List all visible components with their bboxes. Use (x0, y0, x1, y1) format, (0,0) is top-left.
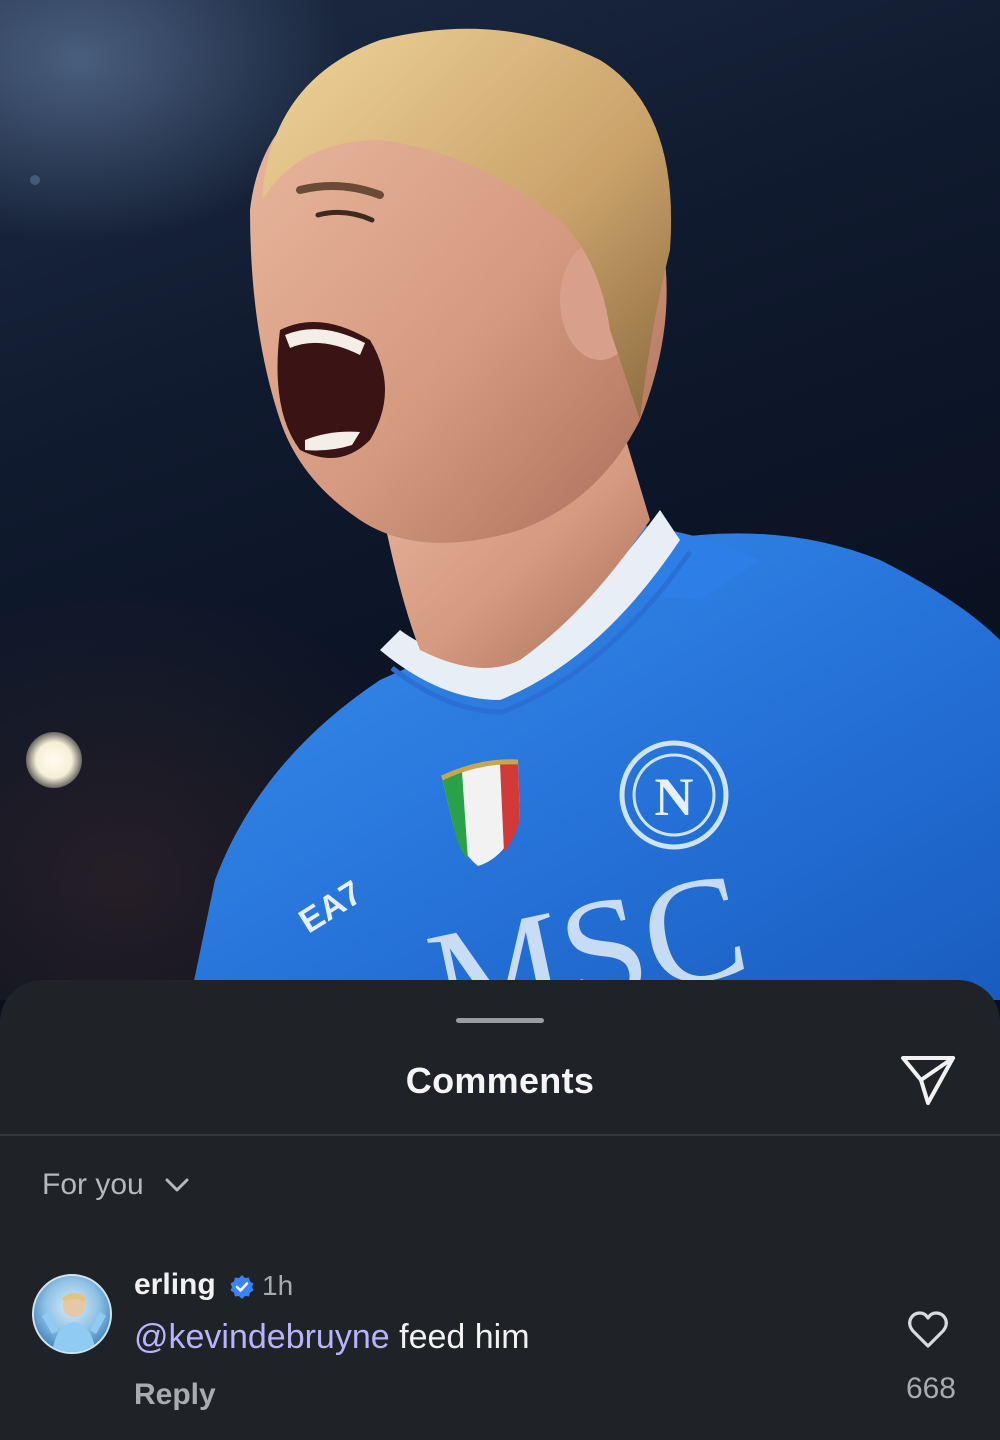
sheet-divider (0, 1134, 1000, 1136)
comment-username[interactable]: erling (134, 1268, 216, 1302)
svg-text:N: N (655, 767, 694, 827)
post-image: N MSC EA7 (0, 0, 1000, 1000)
share-button[interactable] (898, 1050, 958, 1110)
avatar-photo (42, 1293, 106, 1352)
like-button[interactable] (906, 1308, 950, 1352)
comment-filter-dropdown[interactable]: For you (42, 1168, 192, 1202)
send-icon (901, 1056, 955, 1105)
comments-sheet: Comments For you erling 1h @kevindebruyn… (0, 980, 1000, 1440)
reply-button[interactable]: Reply (134, 1378, 216, 1412)
sheet-drag-handle[interactable] (456, 1018, 544, 1023)
filter-label: For you (42, 1168, 144, 1201)
comment-timestamp: 1h (262, 1270, 294, 1301)
comment-text: feed him (389, 1318, 530, 1356)
athlete-illustration: N MSC EA7 (190, 28, 1000, 1000)
comment-item: erling 1h @kevindebruyne feed him Reply … (0, 1268, 1000, 1428)
sheet-title: Comments (405, 1060, 595, 1101)
chevron-down-icon (165, 1178, 189, 1192)
like-count: 668 (905, 1372, 956, 1405)
avatar[interactable] (32, 1274, 112, 1354)
verified-badge-icon (230, 1275, 254, 1299)
heart-icon (908, 1311, 948, 1348)
comment-body: @kevindebruyne feed him (134, 1318, 530, 1357)
comment-mention-link[interactable]: @kevindebruyne (134, 1318, 390, 1356)
